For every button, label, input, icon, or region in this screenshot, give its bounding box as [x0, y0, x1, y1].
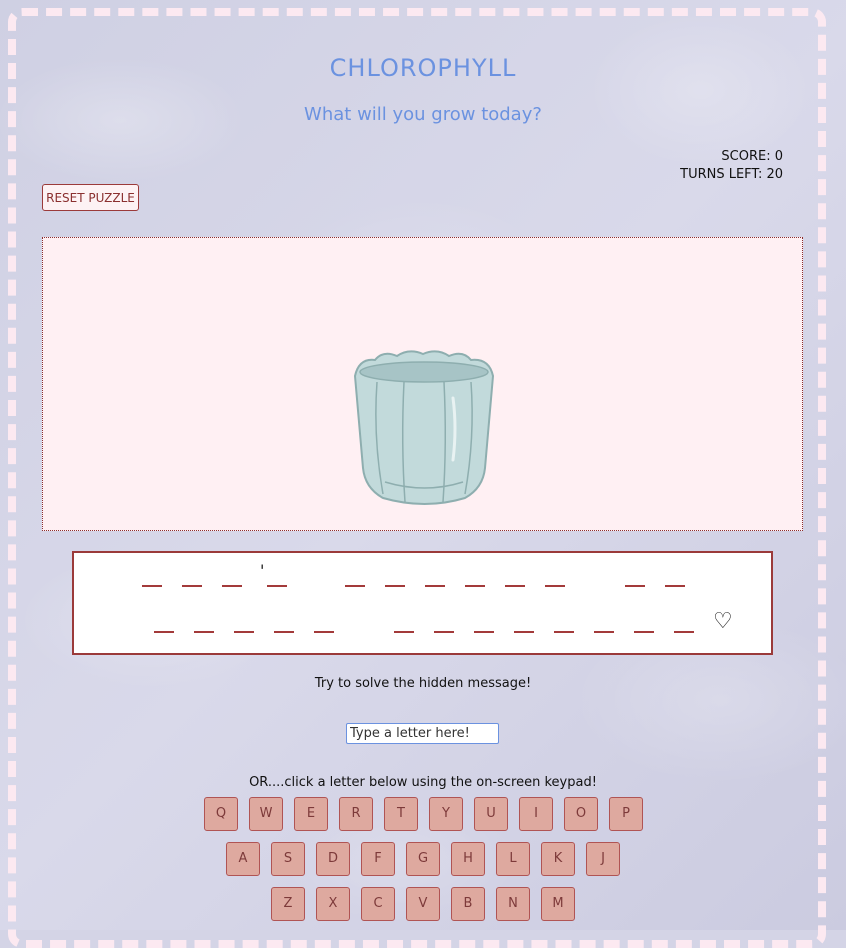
letter-blank: [394, 631, 414, 633]
phrase-line-1: ': [74, 561, 771, 587]
turns-left-value: TURNS LEFT: 20: [680, 167, 783, 182]
letter-blank: [194, 631, 214, 633]
letter-blank: [505, 585, 525, 587]
letter-blank: [222, 585, 242, 587]
page-title: CHLOROPHYLL: [329, 54, 517, 82]
letter-blank: [474, 631, 494, 633]
keypad-hint: OR....click a letter below using the on-…: [249, 775, 597, 790]
letter-blank: [182, 585, 202, 587]
key-c[interactable]: C: [361, 887, 395, 921]
letter-blank: [267, 585, 287, 587]
score-value: SCORE: 0: [721, 149, 783, 164]
letter-blank: [154, 631, 174, 633]
letter-blank: [142, 585, 162, 587]
key-x[interactable]: X: [316, 887, 350, 921]
letter-blank: [425, 585, 445, 587]
letter-blank: [385, 585, 405, 587]
letter-blank: [434, 631, 454, 633]
apostrophe: ': [260, 561, 265, 580]
letter-blank: [514, 631, 534, 633]
letter-blank: [674, 631, 694, 633]
key-u[interactable]: U: [474, 797, 508, 831]
letter-blank: [274, 631, 294, 633]
letter-blank: [634, 631, 654, 633]
key-l[interactable]: L: [496, 842, 530, 876]
key-m[interactable]: M: [541, 887, 575, 921]
key-e[interactable]: E: [294, 797, 328, 831]
key-r[interactable]: R: [339, 797, 373, 831]
letter-blank: [625, 585, 645, 587]
key-z[interactable]: Z: [271, 887, 305, 921]
letter-blank: [345, 585, 365, 587]
letter-blank: [465, 585, 485, 587]
letter-blank: [554, 631, 574, 633]
key-j[interactable]: J: [586, 842, 620, 876]
keypad-row-1: Q W E R T Y U I O P: [0, 797, 846, 831]
key-h[interactable]: H: [451, 842, 485, 876]
key-i[interactable]: I: [519, 797, 553, 831]
key-q[interactable]: Q: [204, 797, 238, 831]
key-k[interactable]: K: [541, 842, 575, 876]
heart-icon: ♡: [713, 609, 733, 634]
key-g[interactable]: G: [406, 842, 440, 876]
key-o[interactable]: O: [564, 797, 598, 831]
key-b[interactable]: B: [451, 887, 485, 921]
letter-blank: [665, 585, 685, 587]
letter-blank: [594, 631, 614, 633]
key-y[interactable]: Y: [429, 797, 463, 831]
key-p[interactable]: P: [609, 797, 643, 831]
letter-blank: [314, 631, 334, 633]
instruction-text: Try to solve the hidden message!: [314, 676, 532, 691]
plant-stage: [42, 237, 803, 531]
letter-blank: [234, 631, 254, 633]
flower-pot-image: [353, 350, 495, 505]
key-a[interactable]: A: [226, 842, 260, 876]
reset-puzzle-button[interactable]: RESET PUZZLE: [42, 184, 139, 211]
keypad-row-3: Z X C V B N M: [0, 887, 846, 921]
page-subtitle: What will you grow today?: [304, 104, 542, 125]
key-f[interactable]: F: [361, 842, 395, 876]
key-w[interactable]: W: [249, 797, 283, 831]
key-v[interactable]: V: [406, 887, 440, 921]
key-d[interactable]: D: [316, 842, 350, 876]
hidden-message-box: ' ♡: [72, 551, 773, 655]
key-n[interactable]: N: [496, 887, 530, 921]
letter-input[interactable]: [346, 723, 499, 744]
key-t[interactable]: T: [384, 797, 418, 831]
phrase-line-2: [74, 611, 771, 633]
keypad-row-2: A S D F G H L K J: [0, 842, 846, 876]
letter-blank: [545, 585, 565, 587]
key-s[interactable]: S: [271, 842, 305, 876]
score-panel: SCORE: 0 TURNS LEFT: 20: [680, 148, 783, 184]
